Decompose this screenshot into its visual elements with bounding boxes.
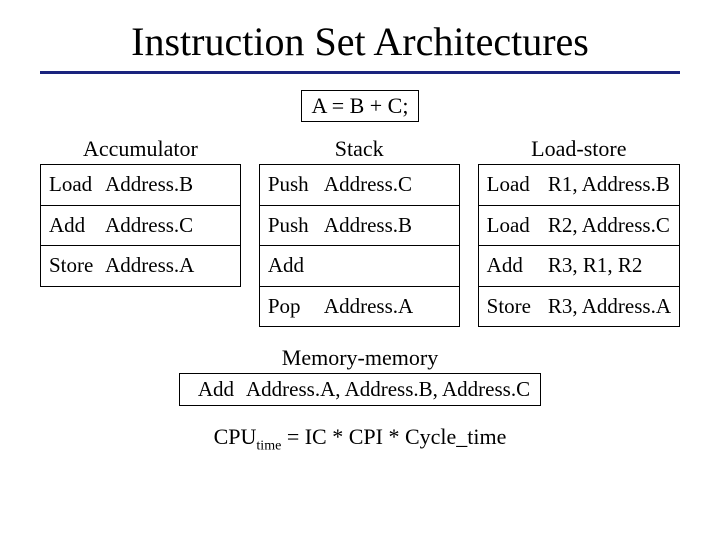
instr-op: Push (268, 209, 320, 243)
col-title-accumulator: Accumulator (40, 136, 241, 162)
instr-op: Add (49, 209, 101, 243)
instr-row: Store Address.A (41, 245, 240, 286)
instr-box-stack: Push Address.C Push Address.B Add Pop Ad… (259, 164, 460, 327)
instr-args: R2, Address.C (548, 213, 670, 237)
instr-row: Load R2, Address.C (479, 205, 679, 246)
instr-op: Add (268, 249, 320, 283)
col-accumulator: Accumulator Load Address.B Add Address.C… (40, 136, 241, 327)
instr-args: Address.B (324, 213, 412, 237)
instr-op: Push (268, 168, 320, 202)
instr-box-accumulator: Load Address.B Add Address.C Store Addre… (40, 164, 241, 287)
memory-memory-box: Add Address.A, Address.B, Address.C (179, 373, 541, 406)
instr-args: R1, Address.B (548, 172, 670, 196)
col-stack: Stack Push Address.C Push Address.B Add … (259, 136, 460, 327)
instr-op: Add (190, 377, 242, 402)
columns: Accumulator Load Address.B Add Address.C… (40, 136, 680, 327)
formula-lhs-sub: time (256, 439, 281, 454)
col-title-stack: Stack (259, 136, 460, 162)
instr-row: Load R1, Address.B (479, 165, 679, 205)
expression-row: A = B + C; (40, 90, 680, 122)
instr-row: Push Address.B (260, 205, 459, 246)
instr-row: Add (260, 245, 459, 286)
expression-box: A = B + C; (301, 90, 420, 122)
memory-memory-block: Memory-memory Add Address.A, Address.B, … (40, 345, 680, 406)
col-loadstore: Load-store Load R1, Address.B Load R2, A… (478, 136, 680, 327)
formula-lhs-base: CPU (214, 424, 257, 449)
instr-args: Address.A (324, 294, 413, 318)
memory-memory-title: Memory-memory (40, 345, 680, 371)
title-rule (40, 71, 680, 74)
instr-op: Store (49, 249, 101, 283)
formula-rhs: = IC * CPI * Cycle_time (281, 424, 506, 449)
instr-args: Address.A (105, 253, 194, 277)
instr-op: Add (487, 249, 543, 283)
instr-row: Store R3, Address.A (479, 286, 679, 327)
slide: Instruction Set Architectures A = B + C;… (0, 0, 720, 540)
page-title: Instruction Set Architectures (40, 18, 680, 65)
instr-args: Address.A, Address.B, Address.C (246, 377, 530, 401)
instr-args: Address.C (324, 172, 412, 196)
instr-box-loadstore: Load R1, Address.B Load R2, Address.C Ad… (478, 164, 680, 327)
instr-row: Pop Address.A (260, 286, 459, 327)
instr-row: Add R3, R1, R2 (479, 245, 679, 286)
instr-op: Load (487, 168, 543, 202)
instr-args: Address.B (105, 172, 193, 196)
instr-op: Store (487, 290, 543, 324)
instr-args: Address.C (105, 213, 193, 237)
instr-row: Load Address.B (41, 165, 240, 205)
instr-op: Load (49, 168, 101, 202)
col-title-loadstore: Load-store (478, 136, 680, 162)
instr-op: Pop (268, 290, 320, 324)
instr-op: Load (487, 209, 543, 243)
instr-args: R3, R1, R2 (548, 253, 643, 277)
instr-row: Add Address.C (41, 205, 240, 246)
cpu-time-formula: CPUtime = IC * CPI * Cycle_time (40, 424, 680, 454)
instr-args: R3, Address.A (548, 294, 671, 318)
instr-row: Push Address.C (260, 165, 459, 205)
